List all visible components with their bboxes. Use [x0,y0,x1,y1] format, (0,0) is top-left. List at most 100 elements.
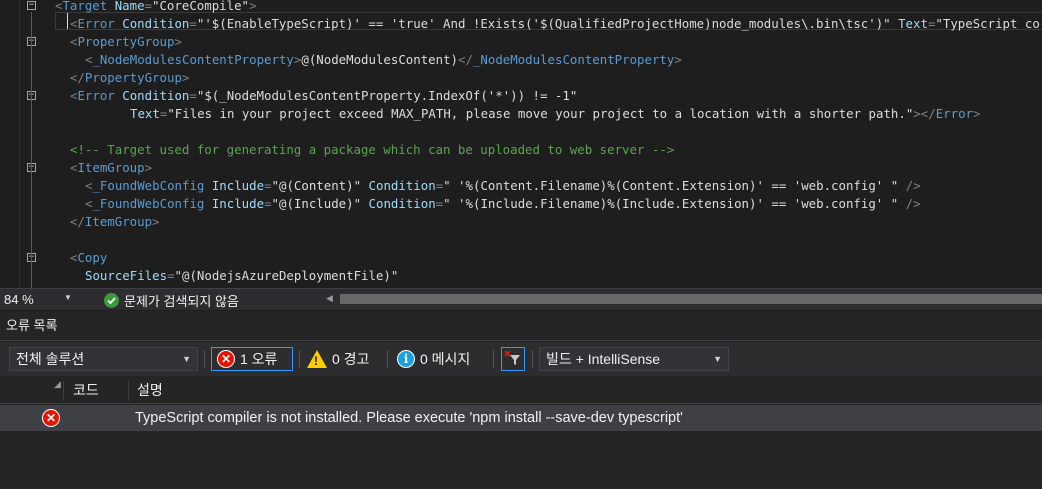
code-token: "@(Content)" [271,178,362,193]
toolbar-divider [204,350,205,368]
toolbar-divider [299,350,300,368]
editor-gutter [0,0,20,288]
toolbar-divider [387,350,388,368]
code-token: _NodeModulesContentProperty [92,52,294,67]
code-token: _NodeModulesContentProperty [472,52,675,67]
code-line[interactable]: SourceFiles="@(NodejsAzureDeploymentFile… [85,267,398,285]
code-token: Include [204,178,265,193]
code-token: Error [935,106,973,121]
code-line[interactable]: Text="Files in your project exceed MAX_P… [130,105,980,123]
info-icon: i [397,350,415,368]
code-token: /> [898,196,921,211]
code-token: > [181,70,190,85]
column-header-description[interactable]: 설명 [137,377,163,403]
error-icon: ✕ [217,350,235,368]
code-line[interactable]: <_NodeModulesContentProperty>@(NodeModul… [85,51,682,69]
code-token: = [264,178,272,193]
build-source-dropdown[interactable]: 빌드 + IntelliSense ▼ [539,347,729,371]
code-token: SourceFiles [85,268,168,283]
scroll-left-icon[interactable]: ◀ [326,293,333,304]
code-token: " '%(Include.Filename)%(Include.Extensio… [443,196,899,211]
code-token: _FoundWebConfig [92,196,205,211]
code-token: > [973,106,981,121]
zoom-dropdown-icon[interactable]: ▼ [64,293,72,302]
zoom-level[interactable]: 84 % [4,292,34,307]
code-token: PropertyGroup [77,34,175,49]
row-description: TypeScript compiler is not installed. Pl… [135,410,683,426]
code-token: "CoreCompile" [152,0,249,13]
messages-count-label: 0 메시지 [420,351,471,367]
code-token: "Files in your project exceed MAX_PATH, … [167,106,914,121]
code-line[interactable]: </PropertyGroup> [70,69,189,87]
text-caret [67,13,68,29]
errors-filter-button[interactable]: ✕ 1 오류 [211,347,293,371]
code-line[interactable]: <_FoundWebConfig Include="@(Content)" Co… [85,177,921,195]
code-token: _FoundWebConfig [92,178,205,193]
sort-indicator-icon[interactable]: ◢ [54,371,61,397]
column-header-code[interactable]: 코드 [73,377,99,403]
code-token: Error [77,16,115,31]
chevron-down-icon: ▼ [713,354,722,364]
column-divider[interactable] [128,381,129,401]
code-token: "@(Include)" [271,196,362,211]
code-token: ItemGroup [84,214,153,229]
code-token: > [174,34,182,49]
editor-status-strip: 84 % ▼ 문제가 검색되지 않음 ◀ [0,288,1042,310]
column-divider[interactable] [63,381,64,401]
code-token: > [249,0,257,13]
code-token: Condition [361,196,436,211]
filter-toggle-button[interactable] [501,347,525,371]
code-token: @(NodeModulesContent) [301,52,459,67]
toolbar-divider [493,350,494,368]
code-line[interactable]: <Error Condition="$(_NodeModulesContentP… [70,87,577,105]
code-token: > [152,214,160,229]
code-token: </ [70,214,85,229]
code-token: "'$(EnableTypeScript)' == 'true' And !Ex… [196,16,891,31]
code-line[interactable]: <_FoundWebConfig Include="@(Include)" Co… [85,195,921,213]
code-token: <!-- Target used for generating a packag… [70,142,675,157]
code-token: </ [70,70,85,85]
check-circle-icon [104,293,119,308]
code-line[interactable]: <Error Condition="'$(EnableTypeScript)' … [70,15,1040,33]
toolbar-divider [532,350,533,368]
code-line[interactable]: <ItemGroup> [70,159,152,177]
code-token: "@(NodejsAzureDeploymentFile)" [174,268,399,283]
horizontal-scrollbar[interactable] [340,294,1042,304]
table-row[interactable]: ✕ TypeScript compiler is not installed. … [0,405,1042,431]
chevron-down-icon: ▼ [182,354,191,364]
fold-guide [31,12,32,288]
code-token: Target [62,0,108,13]
code-line[interactable]: </ItemGroup> [70,213,160,231]
code-token: Text [890,16,928,31]
code-token: /> [898,178,921,193]
code-token: Name [107,0,145,13]
code-line[interactable]: <PropertyGroup> [70,33,182,51]
code-token: "TypeScript co [935,16,1040,31]
code-token: ItemGroup [77,160,145,175]
code-token: "$(_NodeModulesContentProperty.IndexOf('… [196,88,578,103]
code-editor[interactable]: <Target Name="CoreCompile"> <Error Condit… [0,0,1042,288]
warnings-count-label: 0 경고 [332,351,370,367]
code-line[interactable]: <Copy [70,249,107,267]
error-list-panel: 오류 목록 전체 솔루션 ▼ ✕ 1 오류 ! 0 경고 i 0 메시지 빌드 … [0,311,1042,489]
messages-filter-button[interactable]: i 0 메시지 [392,347,475,371]
errors-count-label: 1 오류 [240,351,278,367]
code-token: Condition [114,16,190,31]
warnings-filter-button[interactable]: ! 0 경고 [302,347,374,371]
code-token: </ [458,52,473,67]
code-token: Error [77,88,115,103]
scope-dropdown[interactable]: 전체 솔루션 ▼ [9,347,198,371]
warning-icon: ! [307,350,327,368]
code-line[interactable]: <!-- Target used for generating a packag… [70,141,674,159]
code-token: " '%(Content.Filename)%(Content.Extensio… [443,178,899,193]
code-line[interactable]: <Target Name="CoreCompile"> [55,0,256,15]
collapse-icon[interactable]: − [27,1,36,10]
code-token: = [167,268,175,283]
code-token: > [144,160,153,175]
code-token: = [144,0,153,13]
code-token: PropertyGroup [84,70,182,85]
code-token: = [189,88,197,103]
error-grid-header: ◢ 코드 설명 [0,377,1042,404]
issues-indicator[interactable]: 문제가 검색되지 않음 [104,291,239,310]
code-token: Include [204,196,265,211]
